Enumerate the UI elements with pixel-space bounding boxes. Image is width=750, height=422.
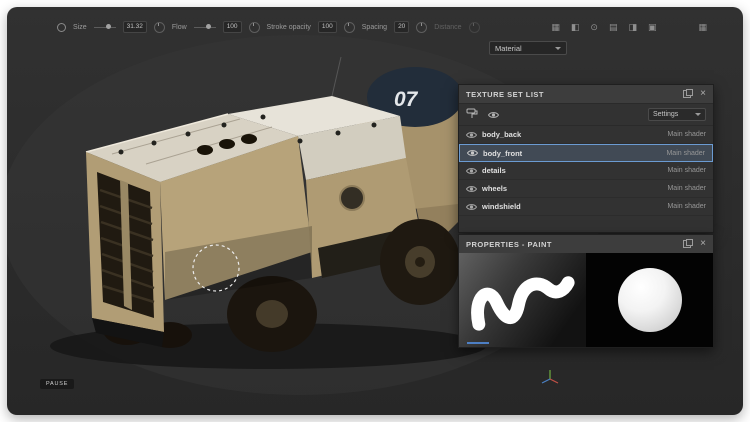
viewport-settings-icon[interactable]: ▣	[648, 23, 657, 32]
texture-set-list-title: TEXTURE SET LIST	[466, 90, 683, 99]
perspective-toggle-icon[interactable]: ◧	[571, 23, 580, 32]
visibility-eye-icon[interactable]	[466, 126, 477, 144]
undock-icon[interactable]	[683, 90, 691, 98]
stroke-opacity-label: Stroke opacity	[267, 24, 311, 31]
flow-label: Flow	[172, 24, 187, 31]
size-knob[interactable]	[154, 22, 165, 33]
brush-stroke-squiggle	[459, 253, 586, 347]
texture-set-name: wheels	[482, 184, 507, 193]
properties-header: PROPERTIES - PAINT ×	[459, 235, 713, 254]
shader-label: Main shader	[666, 150, 705, 157]
properties-body	[459, 253, 713, 347]
texture-set-name: body_back	[482, 130, 521, 139]
material-dropdown[interactable]: Material	[489, 41, 567, 55]
symmetry-icon[interactable]: ▦	[551, 23, 560, 32]
shader-label: Main shader	[667, 203, 706, 210]
settings-dropdown[interactable]: Settings	[648, 108, 706, 121]
brush-toolbar: Size 31.32 Flow 100 Stroke opacity 100 S…	[7, 16, 743, 38]
texture-set-name: windshield	[482, 202, 521, 211]
texture-set-rows: body_back Main shader body_front Main sh…	[459, 126, 713, 216]
visibility-eye-icon[interactable]	[466, 162, 477, 180]
texture-set-list-toolbar: Settings	[459, 104, 713, 126]
flow-value[interactable]: 100	[223, 21, 242, 33]
texture-set-list-panel: TEXTURE SET LIST × Settings	[458, 84, 714, 233]
flow-slider[interactable]	[194, 27, 216, 28]
material-sphere-preview[interactable]	[586, 253, 713, 347]
texture-set-row[interactable]: wheels Main shader	[459, 180, 713, 198]
axis-gizmo[interactable]	[539, 367, 561, 389]
size-label: Size	[73, 24, 87, 31]
material-dropdown-label: Material	[495, 44, 522, 53]
properties-title: PROPERTIES - PAINT	[466, 240, 683, 249]
chevron-down-icon	[695, 113, 701, 116]
material-sphere	[618, 268, 682, 332]
app-window: 07	[7, 7, 743, 415]
settings-dropdown-label: Settings	[653, 111, 678, 118]
visibility-eye-icon[interactable]	[467, 144, 478, 162]
scroll-indicator[interactable]	[467, 342, 489, 344]
status-badge: PAUSE	[40, 379, 74, 389]
size-slider[interactable]	[94, 27, 116, 28]
screenshot-frame: 07	[0, 0, 750, 422]
shader-label: Main shader	[667, 167, 706, 174]
flow-knob[interactable]	[249, 22, 260, 33]
spacing-knob[interactable]	[416, 22, 427, 33]
camera-icon[interactable]: ⊙	[590, 23, 598, 32]
close-icon[interactable]: ×	[700, 89, 706, 99]
brush-stroke-preview[interactable]	[459, 253, 586, 347]
distance-label: Distance	[434, 24, 461, 31]
chevron-down-icon	[555, 47, 561, 50]
paint-roller-icon[interactable]	[466, 106, 478, 124]
texture-set-name: details	[482, 166, 506, 175]
spacing-value[interactable]: 20	[394, 21, 409, 33]
shader-label: Main shader	[667, 131, 706, 138]
visibility-eye-icon[interactable]	[466, 198, 477, 216]
brush-tip-icon[interactable]	[57, 23, 66, 32]
properties-panel: PROPERTIES - PAINT ×	[458, 234, 714, 348]
stroke-opacity-knob[interactable]	[344, 22, 355, 33]
texture-set-list-header: TEXTURE SET LIST ×	[459, 85, 713, 104]
display-mode-icon[interactable]: ▤	[609, 23, 618, 32]
close-icon[interactable]: ×	[700, 239, 706, 249]
texture-set-row[interactable]: body_front Main shader	[459, 144, 713, 162]
distance-knob[interactable]	[469, 22, 480, 33]
shader-mode-icon[interactable]: ◨	[628, 23, 637, 32]
shader-label: Main shader	[667, 185, 706, 192]
texture-set-row[interactable]: details Main shader	[459, 162, 713, 180]
texture-set-row[interactable]: body_back Main shader	[459, 126, 713, 144]
undock-icon[interactable]	[683, 240, 691, 248]
size-value[interactable]: 31.32	[123, 21, 147, 33]
visibility-toggle-icon[interactable]	[488, 106, 499, 124]
texture-set-name: body_front	[483, 149, 522, 158]
dock-layout-icon[interactable]: ▦	[698, 23, 707, 32]
spacing-label: Spacing	[362, 24, 387, 31]
stroke-opacity-value[interactable]: 100	[318, 21, 337, 33]
model-number-badge: 07	[394, 88, 419, 111]
texture-set-row[interactable]: windshield Main shader	[459, 198, 713, 216]
visibility-eye-icon[interactable]	[466, 180, 477, 198]
